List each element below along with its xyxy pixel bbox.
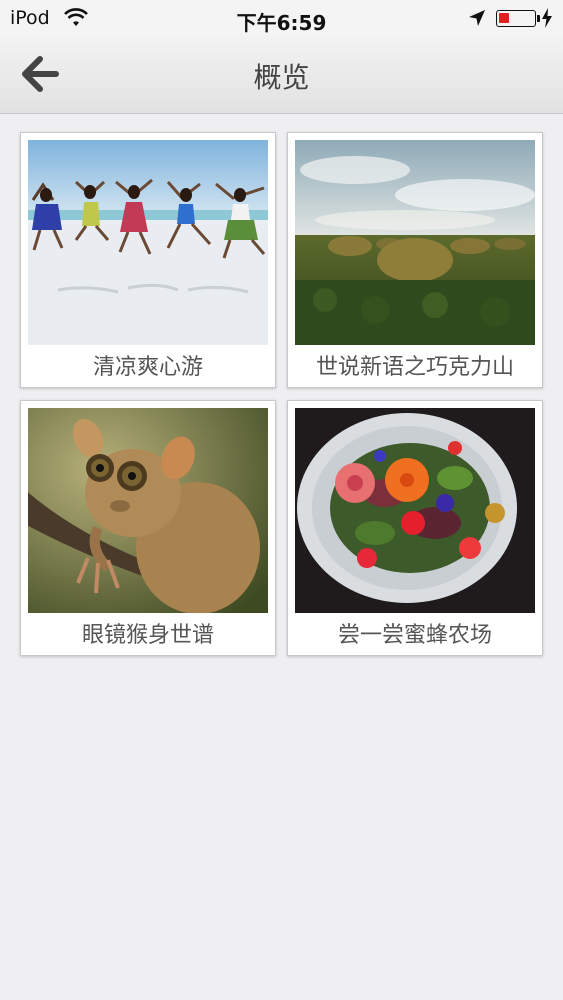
battery-nub xyxy=(537,15,540,22)
battery-icon xyxy=(496,10,540,27)
card-bee-farm[interactable]: 尝一尝蜜蜂农场 xyxy=(287,400,543,656)
screen: iPod 下午6:59 概览 清凉爽心游 世说新语之巧克力山 眼镜猴身世谱 尝一… xyxy=(0,0,563,1000)
navigation-bar: 概览 xyxy=(0,38,563,114)
flower-salad-photo xyxy=(295,408,535,613)
page-title: 概览 xyxy=(253,61,310,94)
location-arrow-icon xyxy=(468,9,486,32)
beach-jumping-photo xyxy=(28,140,268,345)
card-caption: 清凉爽心游 xyxy=(92,355,203,380)
card-caption: 世说新语之巧克力山 xyxy=(315,355,514,380)
status-bar: iPod 下午6:59 xyxy=(0,0,563,38)
tarsier-photo xyxy=(28,408,268,613)
battery-level-fill xyxy=(499,13,509,23)
card-beach-trip[interactable]: 清凉爽心游 xyxy=(20,132,276,388)
card-caption: 眼镜猴身世谱 xyxy=(81,623,214,648)
charging-bolt-icon xyxy=(541,8,553,33)
chocolate-hills-photo xyxy=(295,140,535,345)
card-caption: 尝一尝蜜蜂农场 xyxy=(337,623,492,648)
card-chocolate-hills[interactable]: 世说新语之巧克力山 xyxy=(287,132,543,388)
card-tarsier[interactable]: 眼镜猴身世谱 xyxy=(20,400,276,656)
